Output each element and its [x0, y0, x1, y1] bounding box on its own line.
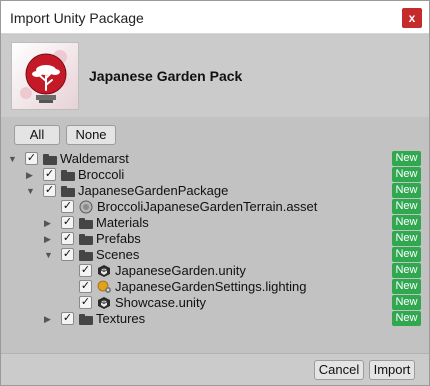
- title-bar: Import Unity Package x: [1, 1, 429, 34]
- include-checkbox[interactable]: ✓: [79, 296, 92, 309]
- folder-icon: [79, 312, 94, 326]
- package-title: Japanese Garden Pack: [89, 68, 243, 84]
- collapse-arrow-icon[interactable]: ▼: [44, 249, 54, 261]
- tree-item-label: JapaneseGardenSettings.lighting: [115, 279, 307, 294]
- lighting-settings-icon: [97, 280, 112, 294]
- tree-item-label: Showcase.unity: [115, 295, 207, 310]
- new-badge: New: [392, 199, 421, 214]
- tree-row[interactable]: ✓ JapaneseGarden.unity New: [1, 263, 429, 279]
- tree-item-label: JapaneseGardenPackage: [78, 183, 229, 198]
- tree-row[interactable]: ▶ ✓ Broccoli New: [1, 167, 429, 183]
- expand-arrow-icon[interactable]: ▶: [44, 233, 54, 245]
- tree-row[interactable]: ▶ ✓ Prefabs New: [1, 231, 429, 247]
- new-badge: New: [392, 215, 421, 230]
- package-contents: All None ▼ ✓ Waldemarst New ▶ ✓ Broccoli New ▼ ✓ J…: [1, 117, 429, 353]
- package-header: Japanese Garden Pack: [1, 35, 429, 117]
- new-badge: New: [392, 295, 421, 310]
- unity-scene-icon: [97, 264, 112, 278]
- cancel-button[interactable]: Cancel: [314, 360, 364, 380]
- include-checkbox[interactable]: ✓: [61, 312, 74, 325]
- folder-icon: [79, 216, 94, 230]
- tree-row[interactable]: ✓ Showcase.unity New: [1, 295, 429, 311]
- include-checkbox[interactable]: ✓: [43, 168, 56, 181]
- tree-item-label: Broccoli: [78, 167, 125, 182]
- new-badge: New: [392, 183, 421, 198]
- include-checkbox[interactable]: ✓: [61, 248, 74, 261]
- tree-item-label: Prefabs: [96, 231, 141, 246]
- tree-item-label: BroccoliJapaneseGardenTerrain.asset: [97, 199, 318, 214]
- new-badge: New: [392, 311, 421, 326]
- select-all-button[interactable]: All: [14, 125, 60, 145]
- folder-icon: [43, 152, 58, 166]
- window-title: Import Unity Package: [10, 10, 144, 26]
- collapse-arrow-icon[interactable]: ▼: [26, 185, 36, 197]
- tree-row[interactable]: ▶ ✓ Materials New: [1, 215, 429, 231]
- expand-arrow-icon[interactable]: ▶: [44, 217, 54, 229]
- include-checkbox[interactable]: ✓: [79, 264, 92, 277]
- folder-icon: [61, 168, 76, 182]
- select-none-button[interactable]: None: [66, 125, 116, 145]
- new-badge: New: [392, 247, 421, 262]
- expand-arrow-icon[interactable]: ▶: [44, 313, 54, 325]
- tree-row[interactable]: ▶ ✓ Textures New: [1, 311, 429, 327]
- tree-item-label: Scenes: [96, 247, 140, 262]
- asset-file-icon: [79, 200, 94, 214]
- new-badge: New: [392, 263, 421, 278]
- expand-arrow-icon[interactable]: ▶: [26, 169, 36, 181]
- tree-item-label: Waldemarst: [60, 151, 129, 166]
- include-checkbox[interactable]: ✓: [25, 152, 38, 165]
- new-badge: New: [392, 279, 421, 294]
- import-button[interactable]: Import: [369, 360, 415, 380]
- tree-item-label: Textures: [96, 311, 146, 326]
- folder-icon: [79, 232, 94, 246]
- package-icon: [11, 42, 79, 110]
- dialog-footer: Cancel Import: [1, 353, 429, 385]
- new-badge: New: [392, 231, 421, 246]
- collapse-arrow-icon[interactable]: ▼: [8, 153, 18, 165]
- import-package-dialog: Import Unity Package x Japanese Garden P…: [0, 0, 430, 386]
- include-checkbox[interactable]: ✓: [43, 184, 56, 197]
- tree-row[interactable]: ✓ BroccoliJapaneseGardenTerrain.asset New: [1, 199, 429, 215]
- new-badge: New: [392, 151, 421, 166]
- folder-icon: [61, 184, 76, 198]
- include-checkbox[interactable]: ✓: [61, 216, 74, 229]
- tree-row[interactable]: ▼ ✓ JapaneseGardenPackage New: [1, 183, 429, 199]
- tree-item-label: Materials: [96, 215, 149, 230]
- include-checkbox[interactable]: ✓: [61, 232, 74, 245]
- folder-icon: [79, 248, 94, 262]
- include-checkbox[interactable]: ✓: [79, 280, 92, 293]
- tree-row[interactable]: ▼ ✓ Scenes New: [1, 247, 429, 263]
- tree-row[interactable]: ▼ ✓ Waldemarst New: [1, 151, 429, 167]
- tree-row[interactable]: ✓ JapaneseGardenSettings.lighting New: [1, 279, 429, 295]
- include-checkbox[interactable]: ✓: [61, 200, 74, 213]
- tree-item-label: JapaneseGarden.unity: [115, 263, 246, 278]
- unity-scene-icon: [97, 296, 112, 310]
- new-badge: New: [392, 167, 421, 182]
- close-button[interactable]: x: [402, 8, 422, 28]
